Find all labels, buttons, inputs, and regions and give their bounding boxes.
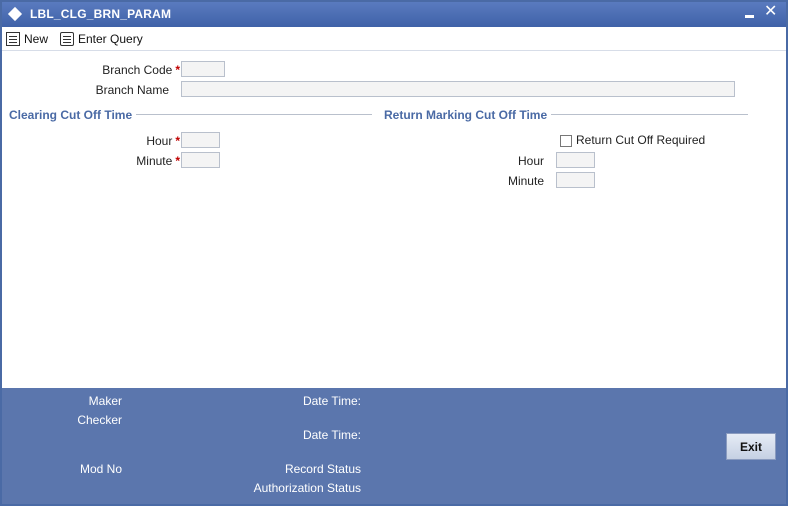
query-icon	[60, 32, 74, 46]
window-title: LBL_CLG_BRN_PARAM	[30, 7, 172, 21]
title-bar: LBL_CLG_BRN_PARAM ✕	[2, 2, 786, 27]
return-cutoff-required-label: Return Cut Off Required	[576, 133, 706, 147]
return-minute-input[interactable]	[556, 172, 595, 188]
mod-no-label: Mod No	[79, 462, 122, 476]
return-minute-label: Minute	[507, 174, 544, 188]
app-diamond-icon	[7, 6, 23, 22]
required-marker: *	[175, 63, 180, 77]
clearing-minute-label: Minute	[136, 154, 173, 168]
checker-datetime-label: Date Time:	[302, 428, 361, 442]
new-button[interactable]: New	[6, 30, 48, 48]
return-hour-input[interactable]	[556, 152, 595, 168]
maker-datetime-label: Date Time:	[302, 394, 361, 408]
enter-query-button-label: Enter Query	[78, 32, 143, 46]
window: LBL_CLG_BRN_PARAM ✕ New Enter Query Bran…	[0, 0, 788, 506]
authorization-status-label: Authorization Status	[253, 481, 361, 495]
close-icon[interactable]: ✕	[764, 3, 777, 21]
branch-name-label: Branch Name	[95, 83, 169, 97]
minimize-icon[interactable]	[745, 15, 754, 18]
clearing-hour-label-row: Hour *	[102, 134, 180, 148]
record-status-label: Record Status	[284, 462, 361, 476]
branch-code-label: Branch Code	[102, 63, 173, 77]
clearing-section-title: Clearing Cut Off Time	[9, 108, 137, 122]
required-marker: *	[175, 154, 180, 168]
return-hour-label: Hour	[517, 154, 544, 168]
clearing-hour-input[interactable]	[181, 132, 220, 148]
toolbar: New Enter Query	[2, 27, 786, 51]
exit-button[interactable]: Exit	[726, 433, 776, 460]
branch-code-input[interactable]	[181, 61, 225, 77]
clearing-hour-label: Hour	[146, 134, 173, 148]
required-marker: *	[175, 134, 180, 148]
clearing-minute-label-row: Minute *	[102, 154, 180, 168]
branch-name-input[interactable]	[181, 81, 735, 97]
audit-footer: Maker Checker Mod No Date Time: Date Tim…	[2, 388, 786, 504]
enter-query-button[interactable]: Enter Query	[60, 30, 143, 48]
return-section-title: Return Marking Cut Off Time	[384, 108, 552, 122]
new-document-icon	[6, 32, 20, 46]
maker-label: Maker	[88, 394, 122, 408]
branch-code-label-row: Branch Code *	[62, 63, 180, 77]
checker-label: Checker	[77, 413, 122, 427]
return-cutoff-required-checkbox[interactable]	[560, 135, 572, 147]
clearing-minute-input[interactable]	[181, 152, 220, 168]
new-button-label: New	[24, 32, 49, 46]
